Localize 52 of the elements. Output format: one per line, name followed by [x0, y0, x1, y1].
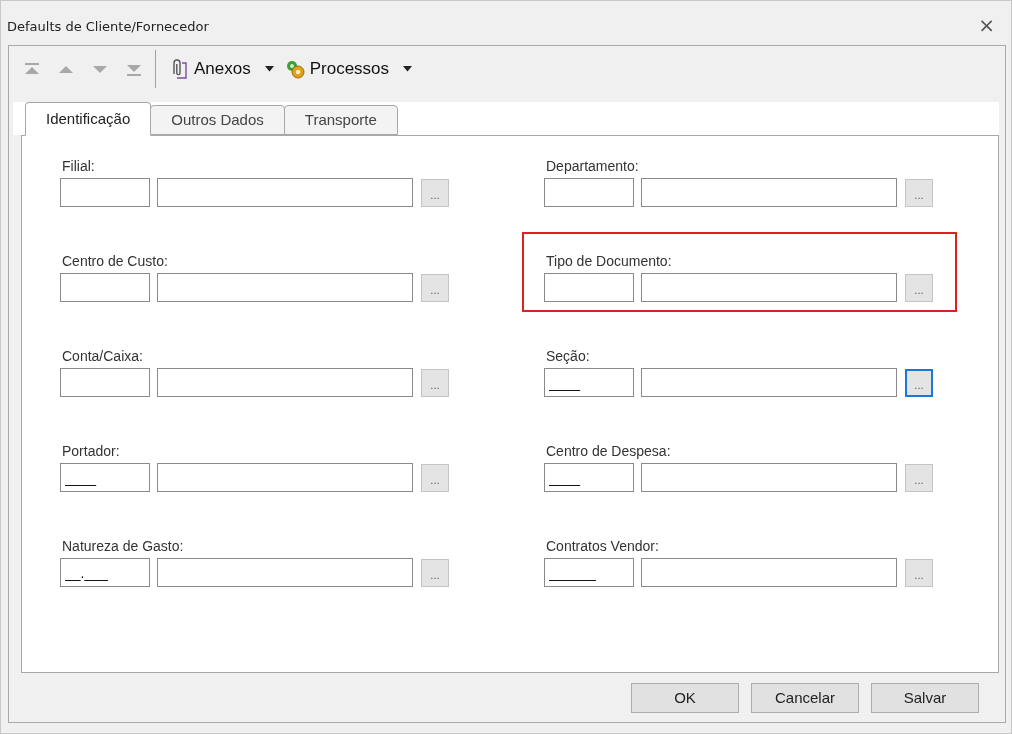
field-label: Tipo de Documento:: [546, 253, 673, 269]
description-field[interactable]: [641, 558, 897, 587]
code-field[interactable]: [60, 273, 150, 302]
description-field[interactable]: [157, 463, 413, 492]
lookup-button[interactable]: ...: [905, 273, 933, 302]
close-button[interactable]: ×: [974, 13, 999, 37]
lookup-button[interactable]: ...: [905, 558, 933, 587]
code-field[interactable]: ____: [544, 368, 634, 397]
lookup-button[interactable]: ...: [905, 463, 933, 492]
field-label: Seção:: [546, 348, 591, 364]
lookup-button[interactable]: ...: [421, 368, 449, 397]
description-field[interactable]: [641, 178, 897, 207]
tab[interactable]: Identificação: [25, 102, 152, 136]
description-field[interactable]: [157, 558, 413, 587]
tab[interactable]: Transporte: [283, 105, 398, 135]
description-field[interactable]: [641, 368, 897, 397]
dialog-button[interactable]: OK: [631, 682, 739, 713]
field-label: Contratos Vendor:: [546, 538, 660, 554]
tab[interactable]: Outros Dados: [150, 105, 285, 135]
code-field[interactable]: ______: [544, 558, 634, 587]
lookup-button[interactable]: ...: [905, 178, 933, 207]
description-field[interactable]: [157, 273, 413, 302]
caret-icon: [403, 66, 413, 72]
field-label: Portador:: [62, 443, 121, 459]
lookup-button[interactable]: ...: [905, 368, 933, 397]
dialog-button[interactable]: Cancelar: [751, 682, 859, 713]
description-field[interactable]: [641, 273, 897, 302]
caret-icon: [264, 66, 274, 72]
window-title: Defaults de Cliente/Fornecedor: [7, 18, 209, 34]
code-field[interactable]: [60, 368, 150, 397]
field-label: Centro de Despesa:: [546, 443, 672, 459]
code-field[interactable]: [544, 178, 634, 207]
code-field[interactable]: [544, 273, 634, 302]
description-field[interactable]: [157, 178, 413, 207]
lookup-button[interactable]: ...: [421, 273, 449, 302]
code-field[interactable]: ____: [60, 463, 150, 492]
code-field[interactable]: ____: [544, 463, 634, 492]
field-label: Centro de Custo:: [62, 253, 169, 269]
toolbar-menu-button[interactable]: Anexos: [164, 56, 280, 82]
lookup-button[interactable]: ...: [421, 463, 449, 492]
lookup-button[interactable]: ...: [421, 178, 449, 207]
field-label: Conta/Caixa:: [62, 348, 144, 364]
lookup-button[interactable]: ...: [421, 558, 449, 587]
description-field[interactable]: [157, 368, 413, 397]
code-field[interactable]: __.___: [60, 558, 150, 587]
field-label: Departamento:: [546, 158, 640, 174]
field-label: Filial:: [62, 158, 96, 174]
toolbar-menu-button[interactable]: Processos: [279, 56, 419, 82]
code-field[interactable]: [60, 178, 150, 207]
description-field[interactable]: [641, 463, 897, 492]
field-label: Natureza de Gasto:: [62, 538, 185, 554]
dialog-button[interactable]: Salvar: [871, 682, 979, 713]
